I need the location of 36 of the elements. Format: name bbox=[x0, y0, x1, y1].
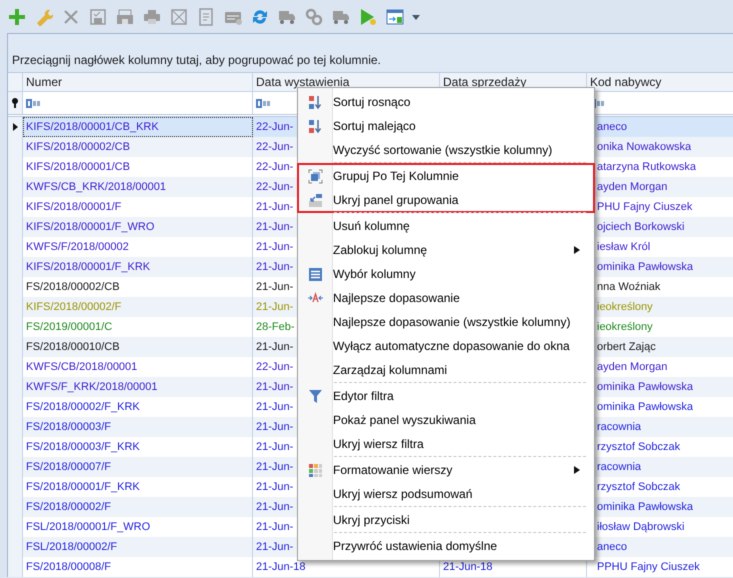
table-cell-text: ayden Morgan bbox=[596, 180, 668, 195]
table-cell-text: ieokreślony bbox=[596, 320, 654, 335]
group-panel-hint: Przeciągnij nagłówek kolumny tutaj, aby pogrupować po tej kolumnie. bbox=[11, 53, 381, 69]
table-cell: KIFS/2018/00001/F_WRO bbox=[23, 217, 253, 237]
table-cell: KIFS/2018/00001/F_KRK bbox=[23, 257, 253, 277]
table-cell: KWFS/CB_KRK/2018/00001 bbox=[23, 177, 253, 197]
table-cell-text: ieokreślony bbox=[596, 300, 654, 315]
table-cell: KIFS/2018/00002/CB bbox=[23, 137, 253, 157]
table-cell-text: rzysztof Sobczak bbox=[596, 480, 682, 495]
table-cell-text: ominika Pawłowska bbox=[596, 260, 694, 275]
table-cell-text: PHU Fajny Ciuszek bbox=[596, 200, 694, 215]
table-cell: FSL/2018/00002/F bbox=[23, 537, 253, 557]
table-cell-text: orbert Zając bbox=[596, 340, 657, 355]
table-cell: KIFS/2018/00002/F bbox=[23, 297, 253, 317]
table-cell: FS/2018/00008/F bbox=[23, 557, 253, 577]
table-cell-text: onika Nowakowska bbox=[596, 140, 692, 155]
table-cell-text: ojciech Borkowski bbox=[596, 220, 686, 235]
table-cell-text: nna Woźniak bbox=[596, 280, 662, 295]
table-cell-text: aneco bbox=[596, 120, 628, 135]
table-cell-text: racownia bbox=[596, 460, 642, 475]
table-cell: FS/2018/00007/F bbox=[23, 457, 253, 477]
table-cell-text: ayden Morgan bbox=[596, 360, 668, 375]
table-cell: FS/2018/00010/CB bbox=[23, 337, 253, 357]
table-cell: FS/2018/00003/F bbox=[23, 417, 253, 437]
table-cell-text: iesław Król bbox=[596, 240, 652, 255]
table-cell-text: rzysztof Sobczak bbox=[596, 440, 682, 455]
table-cell-text: ominika Pawłowska bbox=[596, 380, 694, 395]
table-cell-text: ominika Pawłowska bbox=[596, 500, 694, 515]
table-cell-text: atarzyna Rutkowska bbox=[596, 160, 698, 175]
table-cell-text: ominika Pawłowska bbox=[596, 400, 694, 415]
table-cell-text: aneco bbox=[596, 540, 628, 555]
table-cell: FS/2018/00002/F bbox=[23, 497, 253, 517]
table-cell-text: racownia bbox=[596, 420, 642, 435]
table-cell-text: PPHU Fajny Ciuszek bbox=[596, 560, 701, 575]
table-cell: KWFS/F_KRK/2018/00001 bbox=[23, 377, 253, 397]
table-cell-text: iłosław Dąbrowski bbox=[596, 520, 686, 535]
